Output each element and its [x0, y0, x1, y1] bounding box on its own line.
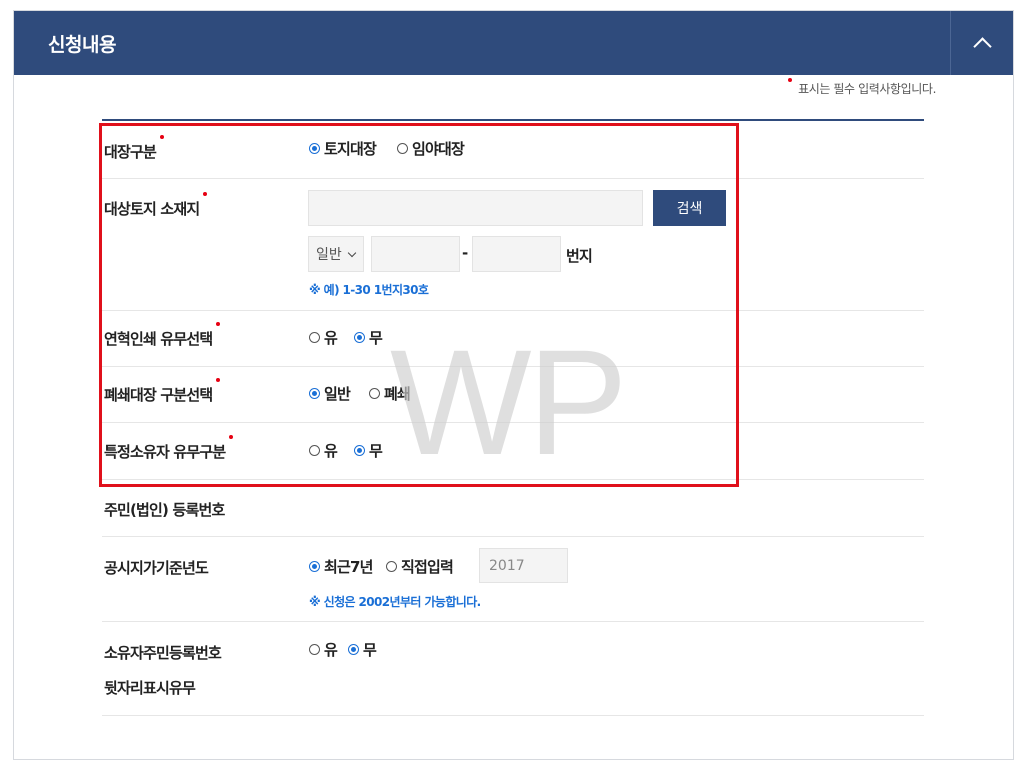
chevron-up-icon — [972, 37, 992, 56]
radio-checked-icon — [309, 388, 320, 399]
base-year-hint: ※ 신청은 2002년부터 가능합니다. — [309, 595, 481, 609]
radio-history-no[interactable]: 무 — [354, 327, 383, 348]
row-divider — [102, 178, 924, 179]
radio-direct-input[interactable]: 직접입력 — [386, 556, 454, 577]
required-dot-icon — [160, 135, 165, 139]
radio-label: 유 — [324, 442, 338, 460]
location-label: 대상토지 소재지 — [104, 192, 208, 219]
radio-land-ledger[interactable]: 토지대장 — [309, 138, 377, 159]
owner-rrn-label-line2: 뒷자리표시유무 — [104, 679, 196, 697]
radio-label: 유 — [324, 329, 338, 347]
radio-label: 무 — [363, 641, 377, 659]
location-label-text: 대상토지 소재지 — [104, 200, 200, 218]
panel-header: 신청내용 — [14, 11, 1013, 75]
ledger-type-label-text: 대장구분 — [104, 143, 157, 161]
radio-owner-yes[interactable]: 유 — [309, 440, 338, 461]
radio-label: 직접입력 — [401, 558, 454, 576]
lot-main-number-input[interactable] — [371, 236, 460, 272]
radio-label: 최근7년 — [324, 558, 373, 576]
radio-checked-icon — [354, 445, 365, 456]
closed-ledger-label-text: 폐쇄대장 구분선택 — [104, 386, 213, 404]
radio-closed-closed[interactable]: 폐쇄 — [369, 383, 411, 404]
radio-label: 유 — [324, 641, 338, 659]
address-input[interactable] — [308, 190, 643, 226]
row-divider — [102, 715, 924, 716]
row-divider — [102, 621, 924, 622]
collapse-button[interactable] — [950, 11, 1013, 75]
radio-unchecked-icon — [309, 332, 320, 343]
radio-checked-icon — [348, 644, 359, 655]
lot-separator: - — [462, 244, 469, 262]
lot-unit-label: 번지 — [566, 247, 593, 265]
radio-checked-icon — [309, 561, 320, 572]
radio-label: 임야대장 — [412, 140, 465, 158]
radio-label: 폐쇄 — [384, 385, 411, 403]
radio-checked-icon — [309, 143, 320, 154]
radio-forest-ledger[interactable]: 임야대장 — [397, 138, 465, 159]
row-divider — [102, 422, 924, 423]
ledger-type-label: 대장구분 — [104, 135, 165, 162]
radio-rrn-yes[interactable]: 유 — [309, 639, 338, 660]
row-divider — [102, 366, 924, 367]
owner-rrn-label-line1: 소유자주민등록번호 — [104, 644, 222, 662]
row-divider — [102, 310, 924, 311]
history-print-label-text: 연혁인쇄 유무선택 — [104, 330, 213, 348]
lot-type-select-value: 일반 — [316, 247, 342, 263]
row-divider — [102, 536, 924, 537]
radio-label: 일반 — [324, 385, 351, 403]
radio-recent-7-years[interactable]: 최근7년 — [309, 556, 373, 577]
specific-owner-label: 특정소유자 유무구분 — [104, 435, 234, 462]
radio-unchecked-icon — [397, 143, 408, 154]
required-note: 표시는 필수 입력사항입니다. — [788, 78, 936, 97]
location-hint: ※ 예) 1-30 1번지30호 — [309, 283, 429, 297]
radio-label: 무 — [369, 329, 383, 347]
table-top-border — [102, 119, 924, 121]
radio-unchecked-icon — [369, 388, 380, 399]
lot-type-select[interactable]: 일반 — [308, 236, 364, 272]
panel-title: 신청내용 — [48, 34, 116, 56]
base-year-label: 공시지가기준년도 — [104, 559, 209, 577]
required-dot-icon — [788, 78, 793, 82]
radio-owner-no[interactable]: 무 — [354, 440, 383, 461]
row-divider — [102, 479, 924, 480]
radio-unchecked-icon — [386, 561, 397, 572]
specific-owner-label-text: 특정소유자 유무구분 — [104, 443, 226, 461]
base-year-input[interactable]: 2017 — [479, 548, 568, 583]
radio-label: 토지대장 — [324, 140, 377, 158]
search-button[interactable]: 검색 — [653, 190, 726, 226]
history-print-label: 연혁인쇄 유무선택 — [104, 322, 221, 349]
resident-number-label: 주민(법인) 등록번호 — [104, 501, 225, 519]
chevron-down-icon — [347, 248, 357, 257]
radio-label: 무 — [369, 442, 383, 460]
required-note-text: 표시는 필수 입력사항입니다. — [798, 82, 936, 96]
radio-unchecked-icon — [309, 445, 320, 456]
lot-sub-number-input[interactable] — [472, 236, 561, 272]
radio-closed-normal[interactable]: 일반 — [309, 383, 351, 404]
radio-history-yes[interactable]: 유 — [309, 327, 338, 348]
radio-unchecked-icon — [309, 644, 320, 655]
radio-rrn-no[interactable]: 무 — [348, 639, 377, 660]
radio-checked-icon — [354, 332, 365, 343]
closed-ledger-label: 폐쇄대장 구분선택 — [104, 378, 221, 405]
